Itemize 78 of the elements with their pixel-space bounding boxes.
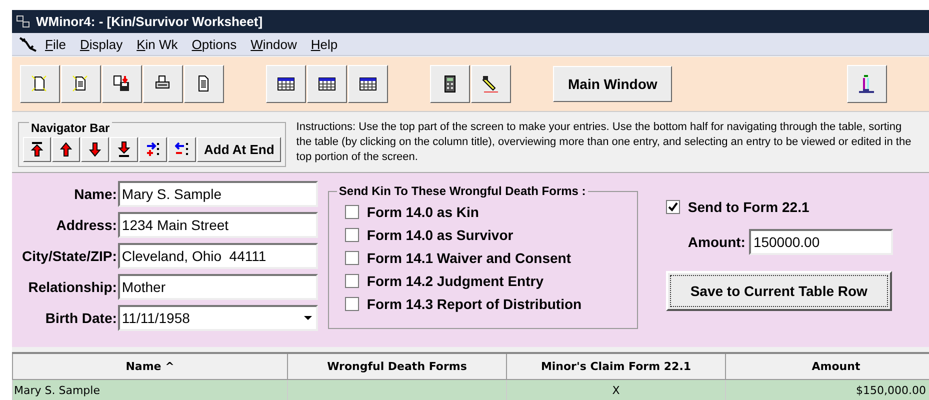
instructions-text: Instructions: Use the top part of the screen to make your entries. Use the bottom half for navigating through the table, sorting the table (by clicking on the column title), overviewing more than one entry, and selecting an entry to be viewed or edited in the top portion of the screen. bbox=[296, 120, 912, 164]
checkbox-label: Form 14.3 Report of Distribution bbox=[366, 296, 582, 312]
menu-item[interactable]: Help bbox=[304, 36, 345, 52]
field-label: Name: bbox=[73, 186, 117, 202]
input-field[interactable]: Mother bbox=[118, 274, 318, 300]
toolbar-button[interactable] bbox=[143, 65, 183, 103]
input-field[interactable]: Cleveland, Ohio 44111 bbox=[118, 243, 318, 269]
field-label: Amount: bbox=[688, 234, 746, 250]
field-label: City/State/ZIP: bbox=[22, 248, 117, 264]
add-at-end-button[interactable]: Add At End bbox=[197, 136, 282, 162]
toolbar-button[interactable] bbox=[348, 65, 388, 103]
navigator-button[interactable] bbox=[139, 136, 167, 162]
input-field[interactable]: 1234 Main Street bbox=[118, 212, 318, 238]
toolbar-button[interactable] bbox=[102, 65, 142, 103]
door-icon bbox=[858, 74, 876, 94]
insert-row-icon bbox=[146, 140, 160, 158]
menu-item[interactable]: Window bbox=[244, 36, 304, 52]
table-icon bbox=[277, 75, 295, 93]
app-icon bbox=[16, 14, 32, 28]
dropdown-arrow-icon bbox=[302, 314, 314, 322]
field-label: Birth Date: bbox=[44, 310, 117, 326]
pencil-icon bbox=[482, 75, 500, 93]
column-header[interactable]: Amount bbox=[726, 353, 929, 379]
table-cell: $150,000.00 bbox=[726, 379, 929, 400]
group-title: Send Kin To These Wrongful Death Forms : bbox=[336, 184, 588, 198]
toolbar-button[interactable] bbox=[430, 65, 470, 103]
checkbox-label: Form 14.2 Judgment Entry bbox=[366, 273, 544, 289]
field-label: Relationship: bbox=[27, 279, 117, 295]
navigator-button[interactable] bbox=[168, 136, 196, 162]
navigator-button[interactable] bbox=[52, 136, 80, 162]
page-icon bbox=[31, 75, 49, 93]
checkbox[interactable] bbox=[344, 228, 359, 242]
arrow-down-icon bbox=[88, 140, 102, 158]
amount-field[interactable]: 150000.00 bbox=[749, 229, 894, 255]
checkbox[interactable] bbox=[344, 297, 359, 311]
group-title: Navigator Bar bbox=[29, 120, 112, 134]
main-window-button[interactable]: Main Window bbox=[553, 66, 672, 102]
checkbox[interactable] bbox=[666, 200, 680, 214]
table-icon bbox=[318, 75, 336, 93]
toolbar-button[interactable] bbox=[266, 65, 306, 103]
checkbox-label: Form 14.0 as Kin bbox=[366, 204, 479, 220]
table-icon bbox=[359, 75, 377, 93]
delete-row-icon bbox=[175, 140, 189, 158]
menu-item[interactable]: Display bbox=[72, 36, 130, 52]
toolbar-button[interactable] bbox=[307, 65, 347, 103]
input-field[interactable]: Mary S. Sample bbox=[118, 181, 318, 207]
column-header[interactable]: Wrongful Death Forms bbox=[288, 353, 506, 379]
checkbox-label: Form 14.1 Waiver and Consent bbox=[366, 250, 571, 266]
toolbar-button[interactable] bbox=[184, 65, 224, 103]
checkbox-label: Send to Form 22.1 bbox=[688, 199, 810, 215]
toolbar-button[interactable] bbox=[20, 65, 60, 103]
navigator-button[interactable] bbox=[23, 136, 51, 162]
arrow-up-icon bbox=[59, 140, 73, 158]
menu-item[interactable]: File bbox=[38, 36, 73, 52]
column-header[interactable]: Minor's Claim Form 22.1 bbox=[506, 353, 726, 379]
column-header[interactable]: Name ^ bbox=[12, 353, 288, 379]
field-label: Address: bbox=[55, 217, 117, 233]
disk-icon bbox=[113, 75, 131, 93]
navigator-button[interactable] bbox=[110, 136, 138, 162]
checkbox[interactable] bbox=[344, 205, 359, 219]
navigator-button[interactable] bbox=[81, 136, 109, 162]
arrow-bottom-icon bbox=[117, 140, 131, 158]
checkbox[interactable] bbox=[344, 251, 359, 265]
date-dropdown[interactable]: 11/11/1958 bbox=[118, 305, 318, 331]
save-button[interactable]: Save to Current Table Row bbox=[666, 271, 892, 311]
exit-button[interactable] bbox=[847, 65, 887, 103]
checkbox[interactable] bbox=[344, 274, 359, 288]
toolbar-button[interactable] bbox=[61, 65, 101, 103]
arrow-top-icon bbox=[30, 140, 44, 158]
table-cell: Mary S. Sample bbox=[12, 379, 288, 400]
window-title: WMinor4: - [Kin/Survivor Worksheet] bbox=[36, 14, 263, 29]
menu-item[interactable]: Options bbox=[184, 36, 244, 52]
table-cell: X bbox=[506, 379, 726, 400]
document-icon bbox=[72, 75, 90, 93]
menu-item[interactable]: Kin Wk bbox=[130, 36, 185, 52]
checkbox-label: Form 14.0 as Survivor bbox=[366, 227, 514, 243]
system-menu-icon bbox=[18, 36, 38, 52]
toolbar-button[interactable] bbox=[471, 65, 511, 103]
